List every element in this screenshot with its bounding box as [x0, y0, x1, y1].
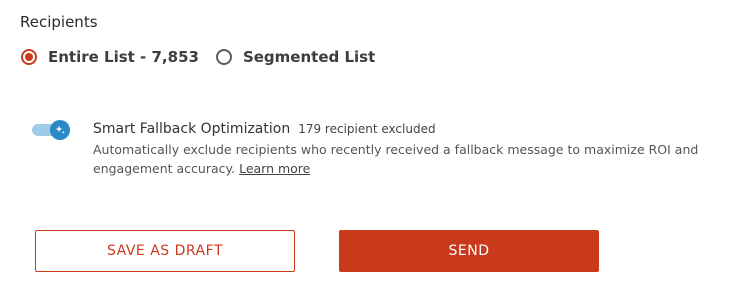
- save-as-draft-button[interactable]: SAVE AS DRAFT: [35, 230, 295, 272]
- fallback-title: Smart Fallback Optimization: [93, 121, 291, 137]
- radio-segmented-list-label[interactable]: Segmented List: [243, 48, 375, 66]
- excluded-count: 179 recipient excluded: [298, 122, 436, 136]
- radio-selected-icon[interactable]: [21, 49, 37, 65]
- radio-dot: [25, 53, 33, 61]
- learn-more-link[interactable]: Learn more: [239, 161, 310, 176]
- smart-fallback-section: Smart Fallback Optimization 179 recipien…: [93, 121, 723, 178]
- radio-segmented-list[interactable]: Segmented List: [215, 48, 375, 66]
- fallback-description: Automatically exclude recipients who rec…: [93, 140, 723, 178]
- radio-entire-list[interactable]: Entire List - 7,853: [21, 48, 199, 66]
- toggle-knob[interactable]: [50, 120, 70, 140]
- radio-unselected-icon[interactable]: [215, 49, 232, 65]
- fallback-title-row: Smart Fallback Optimization 179 recipien…: [93, 121, 723, 137]
- fallback-description-text: Automatically exclude recipients who rec…: [93, 142, 699, 176]
- send-button[interactable]: SEND: [339, 230, 599, 272]
- radio-entire-list-label[interactable]: Entire List - 7,853: [48, 48, 199, 66]
- sparkle-icon: [55, 125, 65, 134]
- recipients-label: Recipients: [20, 13, 98, 31]
- smart-fallback-toggle[interactable]: [32, 120, 70, 140]
- recipients-radio-group: Entire List - 7,853 Segmented List: [21, 48, 392, 66]
